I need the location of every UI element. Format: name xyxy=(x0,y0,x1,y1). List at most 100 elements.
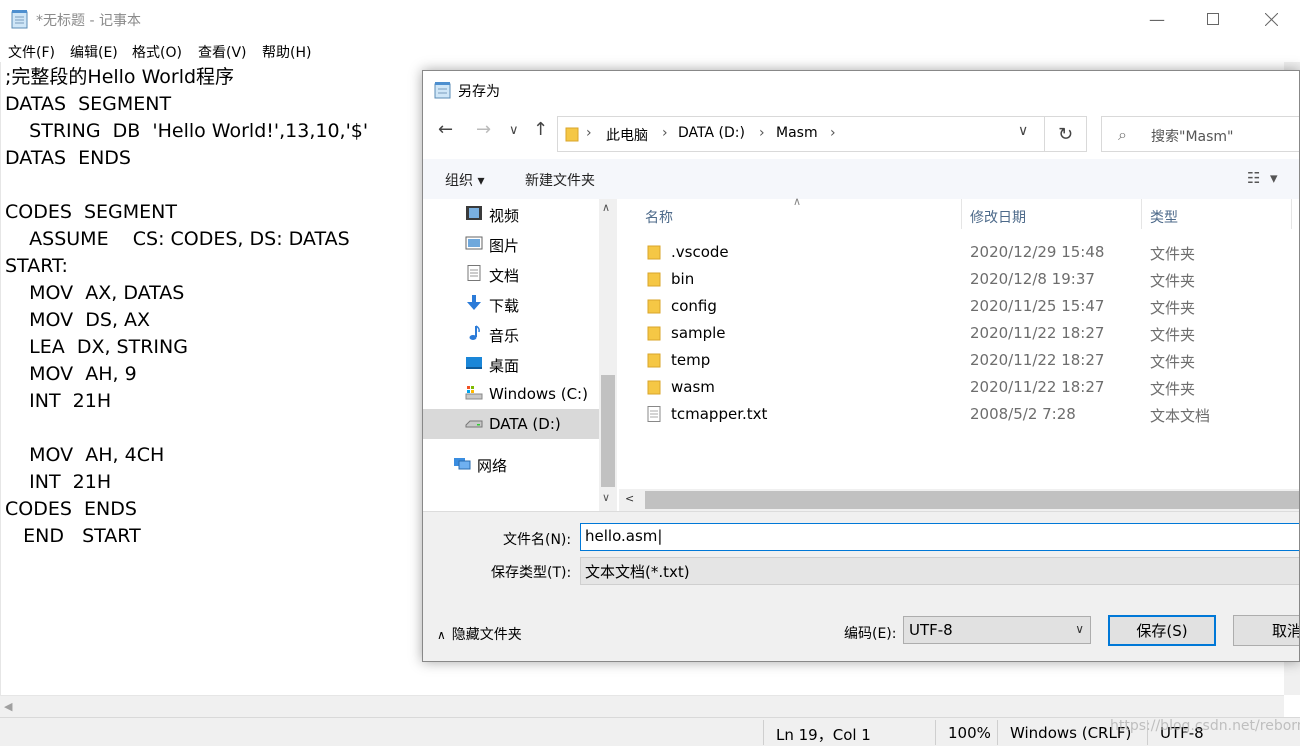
save-button[interactable]: 保存(S) xyxy=(1108,615,1216,646)
file-date: 2020/11/22 18:27 xyxy=(970,324,1105,342)
menu-help[interactable]: 帮助(H) xyxy=(262,42,311,62)
file-row[interactable]: tcmapper.txt 2008/5/2 7:28 文本文档 xyxy=(619,401,1299,428)
view-options-icon[interactable]: ☷ ▾ xyxy=(1247,169,1278,187)
column-header-name[interactable]: 名称 xyxy=(645,207,673,227)
filetype-select[interactable]: 文本文档(*.txt) xyxy=(580,557,1299,585)
chevron-right-icon: › xyxy=(759,125,765,141)
nav-item-label: DATA (D:) xyxy=(489,415,561,433)
file-row[interactable]: sample 2020/11/22 18:27 文件夹 xyxy=(619,320,1299,347)
desktop: *无标题 - 记事本 — 文件(F) 编辑(E) 格式(O) 查看(V) 帮助(… xyxy=(0,0,1300,746)
window-title: *无标题 - 记事本 xyxy=(36,13,141,29)
file-list: ∧ 名称 修改日期 类型 .vscode 2020/12/29 15:48 文件… xyxy=(619,195,1299,511)
forward-arrow-icon[interactable]: → xyxy=(476,119,491,140)
file-name: sample xyxy=(671,324,726,342)
close-icon xyxy=(1264,12,1278,26)
encoding-select[interactable]: UTF-8 ∨ xyxy=(903,616,1091,644)
folder-icon xyxy=(647,353,661,368)
chevron-right-icon: › xyxy=(586,125,592,141)
recent-locations-chevron-icon[interactable]: ∨ xyxy=(509,123,519,138)
nav-item-label: 网络 xyxy=(477,457,508,475)
save-form: 文件名(N): hello.asm| 保存类型(T): 文本文档(*.txt) … xyxy=(423,511,1299,661)
status-position: Ln 19，Col 1 xyxy=(776,726,871,744)
filetype-label: 保存类型(T): xyxy=(491,565,572,581)
file-date: 2008/5/2 7:28 xyxy=(970,405,1076,423)
menu-file[interactable]: 文件(F) xyxy=(8,42,55,62)
horizontal-scrollbar[interactable]: ◀ xyxy=(0,695,1284,717)
nav-item-label: 文档 xyxy=(489,267,520,285)
organize-button[interactable]: 组织 ▾ xyxy=(445,170,484,190)
nav-item-label: 图片 xyxy=(489,237,520,255)
menu-format[interactable]: 格式(O) xyxy=(132,42,182,62)
column-divider[interactable] xyxy=(961,199,962,229)
nav-item-pictures[interactable]: 图片 xyxy=(423,229,599,259)
download-icon xyxy=(467,295,481,310)
nav-item-network[interactable]: 网络 xyxy=(423,449,587,479)
nav-item-label: 视频 xyxy=(489,207,520,225)
nav-item-videos[interactable]: 视频 xyxy=(423,199,599,229)
scroll-up-icon[interactable]: ∧ xyxy=(602,201,610,214)
folder-icon xyxy=(565,127,579,142)
nav-item-downloads[interactable]: 下载 xyxy=(423,289,599,319)
file-row[interactable]: temp 2020/11/22 18:27 文件夹 xyxy=(619,347,1299,374)
back-arrow-icon[interactable]: ← xyxy=(438,119,453,140)
watermark: https://blog.csdn.net/reborn xyxy=(1110,718,1300,734)
scrollbar-thumb[interactable] xyxy=(601,375,615,487)
column-divider[interactable] xyxy=(1291,199,1292,229)
file-list-scrollbar[interactable]: < xyxy=(619,489,1299,511)
folder-icon xyxy=(647,326,661,341)
drive-c-icon xyxy=(465,386,483,400)
up-arrow-icon[interactable]: ↑ xyxy=(533,119,548,140)
refresh-button[interactable]: ↻ xyxy=(1045,116,1087,152)
file-type: 文件夹 xyxy=(1150,299,1196,317)
nav-item-desktop[interactable]: 桌面 xyxy=(423,349,599,379)
scroll-down-icon[interactable]: ∨ xyxy=(602,491,610,504)
nav-item-music[interactable]: 音乐 xyxy=(423,319,599,349)
encoding-label: 编码(E): xyxy=(844,626,897,642)
menu-edit[interactable]: 编辑(E) xyxy=(70,42,118,62)
minimize-button[interactable]: — xyxy=(1134,0,1180,38)
address-dropdown-icon[interactable]: ∨ xyxy=(1018,123,1028,139)
text-cursor: | xyxy=(657,527,663,545)
new-folder-button[interactable]: 新建文件夹 xyxy=(525,170,595,190)
column-header-modified[interactable]: 修改日期 xyxy=(970,207,1026,227)
scroll-left-icon[interactable]: < xyxy=(625,492,634,505)
scroll-left-icon[interactable]: ◀ xyxy=(4,700,12,713)
desktop-icon xyxy=(466,357,482,369)
encoding-value: UTF-8 xyxy=(909,621,953,639)
cancel-button[interactable]: 取消 xyxy=(1233,615,1299,646)
address-bar[interactable]: › 此电脑 › DATA (D:) › Masm › ∨ xyxy=(557,116,1045,152)
filename-value: hello.asm xyxy=(585,527,658,545)
nav-item-documents[interactable]: 文档 xyxy=(423,259,599,289)
column-divider[interactable] xyxy=(1141,199,1142,229)
file-row[interactable]: .vscode 2020/12/29 15:48 文件夹 xyxy=(619,239,1299,266)
file-row[interactable]: config 2020/11/25 15:47 文件夹 xyxy=(619,293,1299,320)
breadcrumb-masm[interactable]: Masm xyxy=(776,125,818,141)
drive-d-icon xyxy=(465,420,483,428)
hide-folders-button[interactable]: ∧ 隐藏文件夹 xyxy=(437,624,522,644)
chevron-up-icon: ∧ xyxy=(437,628,446,642)
file-date: 2020/11/25 15:47 xyxy=(970,297,1105,315)
file-row[interactable]: wasm 2020/11/22 18:27 文件夹 xyxy=(619,374,1299,401)
nav-item-drive-d[interactable]: DATA (D:) xyxy=(423,409,599,439)
command-toolbar: 组织 ▾ 新建文件夹 ☷ ▾ xyxy=(423,159,1299,199)
close-button[interactable] xyxy=(1248,0,1294,38)
scrollbar-thumb[interactable] xyxy=(645,491,1299,509)
notepad-icon xyxy=(11,10,28,29)
menu-view[interactable]: 查看(V) xyxy=(198,42,247,62)
filename-input[interactable]: hello.asm| xyxy=(580,523,1299,551)
file-type: 文件夹 xyxy=(1150,353,1196,371)
menu-bar: 文件(F) 编辑(E) 格式(O) 查看(V) 帮助(H) xyxy=(0,38,1300,62)
breadcrumb-data-drive[interactable]: DATA (D:) xyxy=(678,125,745,141)
column-header-type[interactable]: 类型 xyxy=(1150,207,1178,227)
file-type: 文本文档 xyxy=(1150,407,1211,425)
maximize-button[interactable] xyxy=(1190,0,1236,38)
file-row[interactable]: bin 2020/12/8 19:37 文件夹 xyxy=(619,266,1299,293)
status-separator xyxy=(935,720,936,745)
nav-pane-scrollbar[interactable]: ∧ ∨ xyxy=(599,199,617,511)
search-input[interactable]: ⌕ 搜索"Masm" xyxy=(1101,116,1299,152)
breadcrumb-this-pc[interactable]: 此电脑 xyxy=(606,125,648,145)
notepad-titlebar: *无标题 - 记事本 — xyxy=(0,0,1300,38)
nav-item-label: 音乐 xyxy=(489,327,520,345)
file-type: 文件夹 xyxy=(1150,326,1196,344)
nav-item-drive-c[interactable]: Windows (C:) xyxy=(423,379,599,409)
